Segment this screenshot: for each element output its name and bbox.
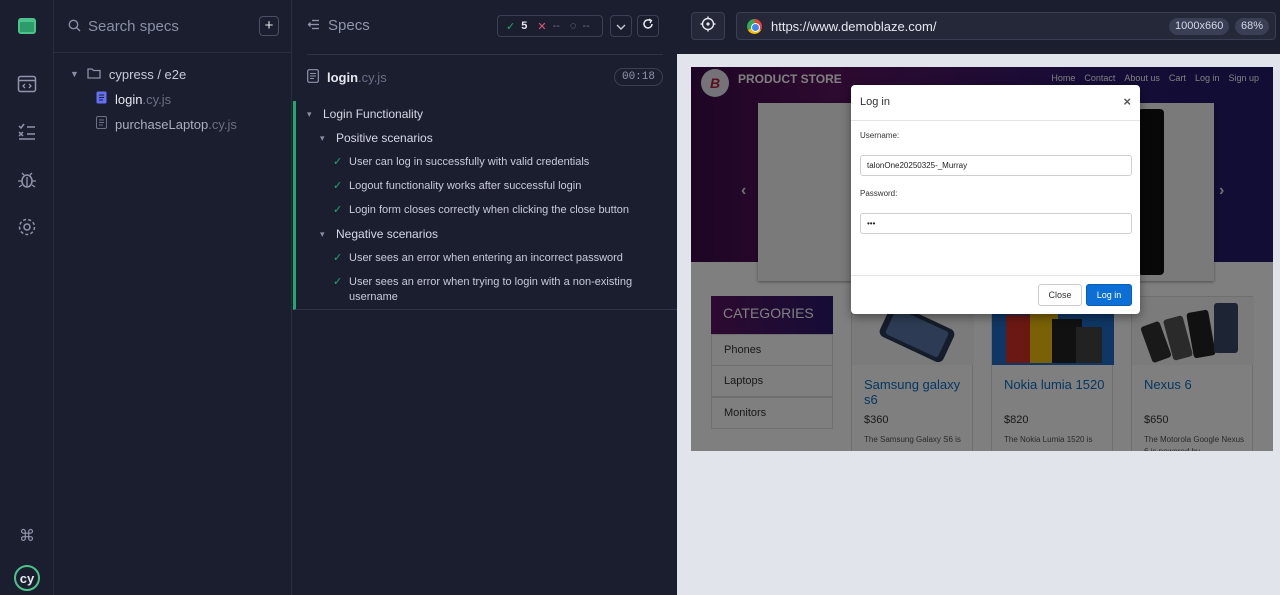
spec-file-purchase-laptop[interactable]: purchaseLaptop.cy.js [96,114,237,134]
add-spec-button[interactable]: + [259,16,279,36]
test-title: User sees an error when entering an inco… [349,252,623,264]
group-title: Positive scenarios [336,131,433,145]
suite-title-row[interactable]: ▾ Login Functionality [307,107,423,122]
specs-toggle[interactable]: Specs [307,17,370,34]
modal-footer-divider [851,275,1140,276]
modal-close-icon[interactable]: × [1123,94,1131,109]
password-label: Password: [860,189,898,198]
test-stats: ✓ 5 ✕ -- ◌ -- [497,15,603,37]
browser-toolbar: https://www.demoblaze.com/ 1000x660 68% [677,0,1280,54]
check-icon: ✓ [333,204,343,216]
browser-preview: https://www.demoblaze.com/ 1000x660 68% … [677,0,1280,595]
folder-label: cypress / e2e [108,66,187,82]
test-title: User sees an error when trying to login … [349,276,633,303]
test-row[interactable]: ✓ Logout functionality works after succe… [333,179,581,194]
search-row: + [54,0,292,53]
specs-panel: + ▼ cypress / e2e login.cy.js purchaseLa… [54,0,292,595]
crosshair-icon [700,16,716,37]
test-row[interactable]: ✓ User sees an error when entering an in… [333,251,623,266]
check-icon: ✓ [333,156,343,168]
chevron-down-icon: ▼ [70,69,79,79]
group-title: Negative scenarios [336,227,439,241]
modal-divider [851,120,1140,121]
search-input[interactable] [88,14,248,38]
search-icon [68,19,81,37]
modal-title: Log in [860,96,890,108]
file-ext: .cy.js [208,116,237,132]
runner-title: Specs [328,17,370,34]
login-modal: Log in × Username: talonOne20250325-_Mur… [851,85,1140,314]
selector-playground-button[interactable] [691,12,725,40]
nav-rail: ⌘ cy [0,0,57,595]
refresh-icon [642,17,654,35]
chevron-down-icon: ▾ [320,133,325,143]
pending-count: -- [582,20,590,32]
chrome-icon [747,19,762,34]
pending-icon: ◌ [569,20,577,32]
suite-title: Login Functionality [323,107,424,121]
chevron-down-icon [616,17,626,35]
test-row[interactable]: ✓ User sees an error when trying to logi… [333,275,643,305]
rerun-button[interactable] [637,15,659,37]
file-icon [307,68,319,88]
check-icon: ✓ [333,276,343,288]
settings-icon[interactable] [0,209,54,245]
spec-ext: .cy.js [358,70,387,85]
test-title: Logout functionality works after success… [349,180,582,192]
debug-icon[interactable] [0,162,54,198]
current-spec-row: login.cy.js 00:18 [307,68,663,88]
site-viewport: B PRODUCT STORE Home Contact About us Ca… [691,67,1273,451]
file-name: purchaseLaptop [115,116,209,132]
file-icon [96,116,107,132]
file-ext: .cy.js [142,91,172,107]
password-field[interactable]: ••• [860,213,1132,234]
username-field[interactable]: talonOne20250325-_Murray [860,155,1132,176]
chevron-down-icon: ▾ [320,229,325,239]
cypress-logo-text: cy [14,565,40,591]
cypress-icon[interactable]: cy [0,560,54,595]
zoom-level: 68% [1235,18,1270,35]
cypress-runner: ⌘ cy + ▼ cypress / e2e login.cy.js [0,0,1280,595]
group-row[interactable]: ▾ Negative scenarios [320,227,438,242]
check-icon: ✓ [333,180,343,192]
file-name: login [115,91,143,107]
url-text: https://www.demoblaze.com/ [771,19,937,34]
check-icon: ✓ [333,252,343,264]
close-button[interactable]: Close [1038,284,1082,306]
folder-row[interactable]: ▼ cypress / e2e [70,64,186,84]
file-icon [96,91,107,107]
login-button[interactable]: Log in [1086,284,1132,306]
url-bar[interactable]: https://www.demoblaze.com/ 1000x660 68% [736,12,1276,40]
group-row[interactable]: ▾ Positive scenarios [320,131,433,146]
runner-panel: Specs ✓ 5 ✕ -- ◌ -- login.cy.js 00:18 ▾ … [293,0,677,595]
collapse-icon [307,17,320,34]
viewport-size: 1000x660 [1169,18,1230,35]
header-divider [307,54,663,55]
test-suite: ▾ Login Functionality ▾ Positive scenari… [293,101,677,310]
dropdown-button[interactable] [610,15,632,37]
pass-check-icon: ✓ [506,20,516,33]
command-icon: ⌘ [19,528,35,545]
passed-count: 5 [521,20,528,32]
test-row[interactable]: ✓ Login form closes correctly when click… [333,203,629,218]
spec-duration: 00:18 [613,68,663,86]
chevron-down-icon: ▾ [307,109,312,119]
fail-x-icon: ✕ [537,20,547,33]
specs-icon[interactable] [0,66,54,102]
test-title: Login form closes correctly when clickin… [349,204,630,216]
test-title: User can log in successfully with valid … [349,156,590,168]
keyboard-icon[interactable]: ⌘ [0,518,54,554]
spec-name: login [327,70,359,85]
test-row[interactable]: ✓ User can log in successfully with vali… [333,155,589,170]
logo-icon[interactable] [0,8,54,44]
folder-icon [87,67,101,82]
runs-icon[interactable] [0,114,54,150]
runner-header: Specs ✓ 5 ✕ -- ◌ -- [293,0,677,54]
spec-file-login[interactable]: login.cy.js [96,89,171,109]
username-label: Username: [860,131,900,140]
failed-count: -- [552,20,560,32]
